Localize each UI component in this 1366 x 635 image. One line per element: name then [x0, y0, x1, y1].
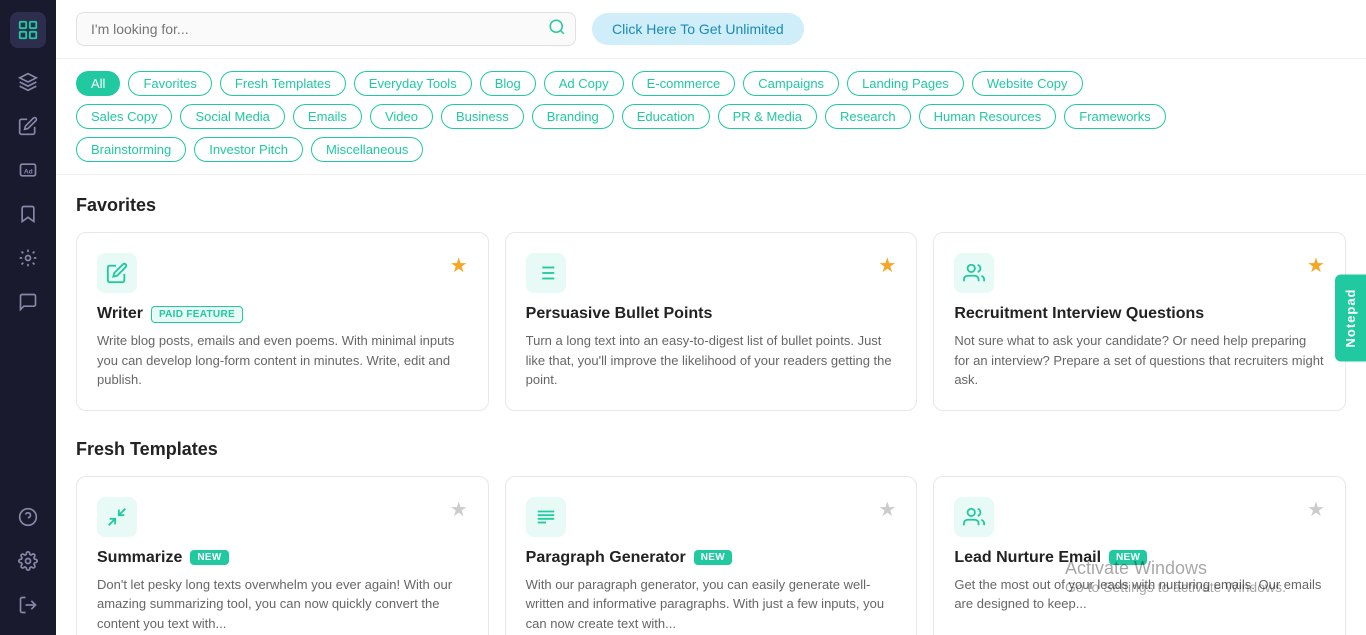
compress-icon — [97, 497, 137, 537]
content-area: Favorites ★ Writer PAID FEATURE Write blog p… — [56, 175, 1366, 635]
filter-tag[interactable]: Brainstorming — [76, 137, 186, 162]
sidebar-logout-icon[interactable] — [10, 587, 46, 623]
card-description: Not sure what to ask your candidate? Or … — [954, 331, 1325, 390]
sidebar-ad-icon[interactable]: Ad — [10, 152, 46, 188]
card-badge: PAID FEATURE — [151, 306, 243, 323]
people-icon — [954, 253, 994, 293]
card-title-text: Paragraph Generator — [526, 549, 686, 567]
filter-tag[interactable]: Fresh Templates — [220, 71, 346, 96]
filter-tag[interactable]: Business — [441, 104, 524, 129]
filter-area: All Favorites Fresh Templates Everyday Tool… — [56, 59, 1366, 175]
filter-tag[interactable]: Research — [825, 104, 911, 129]
sidebar-bookmark-icon[interactable] — [10, 196, 46, 232]
filter-tag[interactable]: All — [76, 71, 120, 96]
pencil-icon — [97, 253, 137, 293]
star-icon[interactable]: ★ — [450, 253, 468, 278]
section: Fresh Templates ★ Summarize NEW Don't let pe… — [76, 439, 1346, 635]
star-icon[interactable]: ★ — [878, 253, 896, 278]
star-icon[interactable]: ★ — [878, 497, 896, 522]
notepad-tab[interactable]: Notepad — [1335, 274, 1366, 361]
filter-row-1: All Favorites Fresh Templates Everyday Tool… — [76, 71, 1346, 96]
card-title: Summarize NEW — [97, 549, 468, 567]
cards-grid: ★ Writer PAID FEATURE Write blog posts, ema… — [76, 232, 1346, 411]
star-icon[interactable]: ★ — [1307, 497, 1325, 522]
main-area: Click Here To Get Unlimited All Favorites… — [56, 0, 1366, 635]
cta-button[interactable]: Click Here To Get Unlimited — [592, 13, 804, 45]
section: Favorites ★ Writer PAID FEATURE Write blog p… — [76, 195, 1346, 411]
filter-tag[interactable]: Education — [622, 104, 710, 129]
filter-tag[interactable]: Website Copy — [972, 71, 1083, 96]
svg-text:Ad: Ad — [24, 168, 33, 175]
card-description: Write blog posts, emails and even poems.… — [97, 331, 468, 390]
sidebar-settings-icon[interactable] — [10, 543, 46, 579]
filter-tag[interactable]: Everyday Tools — [354, 71, 472, 96]
filter-tag[interactable]: Favorites — [128, 71, 211, 96]
card-title: Writer PAID FEATURE — [97, 305, 468, 323]
template-card[interactable]: ★ Persuasive Bullet Points Turn a long tex… — [505, 232, 918, 411]
sidebar-help-icon[interactable] — [10, 499, 46, 535]
search-input[interactable] — [76, 12, 576, 46]
card-description: Don't let pesky long texts overwhelm you… — [97, 575, 468, 634]
template-card[interactable]: ★ Summarize NEW Don't let pesky long texts … — [76, 476, 489, 635]
card-badge: NEW — [694, 550, 732, 565]
star-icon[interactable]: ★ — [1307, 253, 1325, 278]
sidebar-logo[interactable] — [10, 12, 46, 48]
list-icon — [526, 253, 566, 293]
filter-tag[interactable]: Video — [370, 104, 433, 129]
filter-tag[interactable]: Miscellaneous — [311, 137, 423, 162]
filter-tag[interactable]: Landing Pages — [847, 71, 964, 96]
people-icon — [954, 497, 994, 537]
filter-tag[interactable]: Frameworks — [1064, 104, 1166, 129]
sidebar-plugin-icon[interactable] — [10, 240, 46, 276]
search-icon — [548, 18, 566, 41]
card-title-text: Writer — [97, 305, 143, 323]
card-title: Paragraph Generator NEW — [526, 549, 897, 567]
sidebar: Ad — [0, 0, 56, 635]
card-description: Get the most out of your leads with nurt… — [954, 575, 1325, 614]
card-title: Recruitment Interview Questions — [954, 305, 1325, 323]
paragraph-icon — [526, 497, 566, 537]
sidebar-chat-icon[interactable] — [10, 284, 46, 320]
filter-tag[interactable]: Human Resources — [919, 104, 1057, 129]
template-card[interactable]: ★ Lead Nurture Email NEW Get the most out o… — [933, 476, 1346, 635]
filter-tag[interactable]: Sales Copy — [76, 104, 172, 129]
search-wrapper — [76, 12, 576, 46]
sidebar-layers-icon[interactable] — [10, 64, 46, 100]
filter-row-2: Sales Copy Social Media Emails Video Busines… — [76, 104, 1346, 129]
card-title-text: Lead Nurture Email — [954, 549, 1101, 567]
filter-tag[interactable]: PR & Media — [718, 104, 817, 129]
card-description: Turn a long text into an easy-to-digest … — [526, 331, 897, 390]
card-badge: NEW — [1109, 550, 1147, 565]
topbar: Click Here To Get Unlimited — [56, 0, 1366, 59]
filter-tag[interactable]: Branding — [532, 104, 614, 129]
sidebar-edit-icon[interactable] — [10, 108, 46, 144]
card-title-text: Persuasive Bullet Points — [526, 305, 713, 323]
star-icon[interactable]: ★ — [450, 497, 468, 522]
card-title-text: Recruitment Interview Questions — [954, 305, 1204, 323]
card-title-text: Summarize — [97, 549, 182, 567]
card-title: Lead Nurture Email NEW — [954, 549, 1325, 567]
filter-tag[interactable]: Investor Pitch — [194, 137, 303, 162]
card-title: Persuasive Bullet Points — [526, 305, 897, 323]
section-title: Fresh Templates — [76, 439, 1346, 460]
filter-tag[interactable]: Blog — [480, 71, 536, 96]
filter-row-3: Brainstorming Investor Pitch Miscellaneous — [76, 137, 1346, 162]
filter-tag[interactable]: Campaigns — [743, 71, 839, 96]
filter-tag[interactable]: Social Media — [180, 104, 284, 129]
filter-tag[interactable]: Ad Copy — [544, 71, 624, 96]
section-title: Favorites — [76, 195, 1346, 216]
cards-grid: ★ Summarize NEW Don't let pesky long texts … — [76, 476, 1346, 635]
card-badge: NEW — [190, 550, 228, 565]
card-description: With our paragraph generator, you can ea… — [526, 575, 897, 634]
template-card[interactable]: ★ Writer PAID FEATURE Write blog posts, ema… — [76, 232, 489, 411]
template-card[interactable]: ★ Paragraph Generator NEW With our paragrap… — [505, 476, 918, 635]
filter-tag[interactable]: Emails — [293, 104, 362, 129]
template-card[interactable]: ★ Recruitment Interview Questions Not sure… — [933, 232, 1346, 411]
filter-tag[interactable]: E-commerce — [632, 71, 736, 96]
